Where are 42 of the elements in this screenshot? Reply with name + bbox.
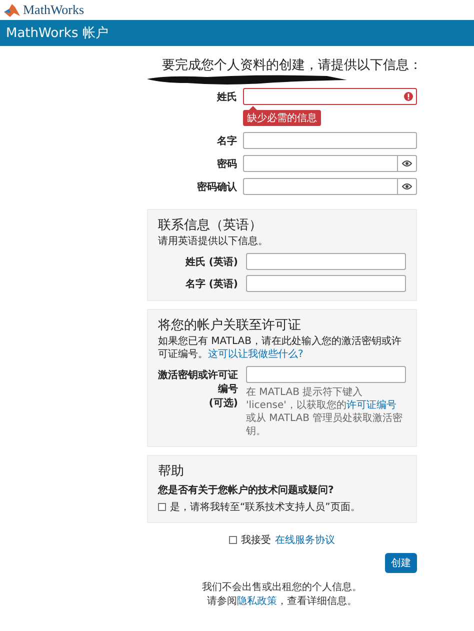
- section-title: 帮助: [158, 463, 185, 480]
- input-field[interactable]: [246, 275, 406, 292]
- field-label: 姓氏 (英语): [184, 256, 238, 269]
- field-label: 激活密钥或许可证编号: [158, 370, 238, 395]
- help-question: 您是否有关于您帐户的技术问题或疑问?: [158, 483, 335, 497]
- logo-text: MathWorks: [23, 2, 84, 18]
- header-title: MathWorks 帐户: [6, 25, 108, 42]
- field-label: 密码确认: [196, 180, 237, 194]
- footer-text: 请参阅隐私政策，查看详细信息。: [206, 594, 358, 608]
- section-title: 将您的帐户关联至许可证: [158, 317, 302, 334]
- input-field[interactable]: [246, 253, 406, 270]
- form-heading: 要完成您个人资料的创建，请提供以下信息：: [161, 57, 423, 74]
- field-label: 姓氏: [216, 90, 237, 104]
- link[interactable]: 在线服务协议: [275, 533, 335, 547]
- link[interactable]: 隐私政策: [237, 596, 277, 606]
- input-field[interactable]: [246, 366, 406, 383]
- eye-icon: [402, 160, 412, 167]
- eye-icon: [402, 183, 412, 190]
- section-note: 请用英语提供以下信息。: [158, 235, 269, 248]
- field-label: 密码: [216, 158, 237, 170]
- show-password-button[interactable]: [397, 155, 417, 172]
- show-password-button[interactable]: [397, 178, 417, 195]
- agreement-text: 我接受: [241, 534, 271, 547]
- checkbox-label: 是，请将我转至“联系技术支持人员”页面。: [170, 500, 360, 514]
- checkbox[interactable]: [229, 536, 237, 544]
- password-field[interactable]: [243, 178, 397, 195]
- section-description: 如果您已有 MATLAB，请在此处输入您的激活密钥或许可证编号。这可以让我做些什么?: [158, 335, 402, 361]
- footer-text: 我们不会出售或出租您的个人信息。: [201, 581, 363, 594]
- checkbox[interactable]: [158, 503, 166, 511]
- section-title: 联系信息（英语）: [158, 217, 263, 234]
- input-field[interactable]: [243, 132, 417, 149]
- link[interactable]: 这可以让我做些什么?: [208, 349, 304, 360]
- error-icon: [404, 92, 413, 101]
- field-label: 名字: [216, 134, 237, 148]
- field-label: 名字 (英语): [184, 277, 238, 291]
- link[interactable]: 许可证编号: [346, 400, 396, 411]
- logo-icon: [4, 3, 20, 17]
- input-field[interactable]: [243, 88, 417, 105]
- optional-label: (可选): [208, 398, 238, 409]
- create-button[interactable]: 创建: [385, 553, 417, 573]
- password-field[interactable]: [243, 155, 397, 172]
- field-hint: 在 MATLAB 提示符下键入 'license'，以获取您的许可证编号 或从 MATLAB 管理员处获取激活密钥。: [246, 386, 404, 438]
